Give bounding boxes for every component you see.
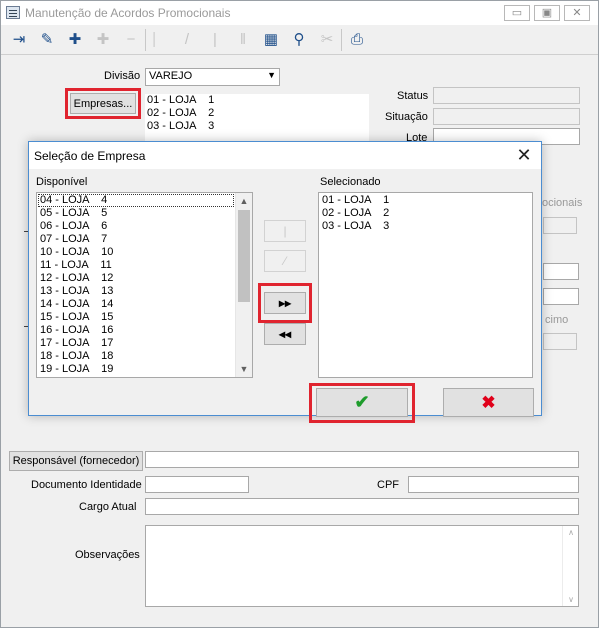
binoculars-icon[interactable]: ⚲ [287,28,311,52]
disponivel-scrollbar[interactable]: ▲ ▼ [235,193,252,377]
partial-label: ocionais [542,197,583,209]
close-button[interactable]: ✕ [564,5,590,21]
list-item[interactable]: 11 - LOJA 11 [38,259,234,272]
selecionado-list[interactable]: 01 - LOJA 1 02 - LOJA 2 03 - LOJA 3 [318,192,533,378]
selecao-empresa-dialog: Seleção de Empresa ✕ Disponível 04 - LOJ… [28,141,542,423]
chevron-down-icon: ▼ [267,70,276,80]
list-item[interactable]: 02 - LOJA 2 [320,207,530,220]
list-item[interactable]: 02 - LOJA 2 [145,107,369,120]
responsavel-button[interactable]: Responsável (fornecedor) [9,451,143,471]
move-all-right-button[interactable]: ▸▸ [264,292,306,314]
title-bar: Manutenção de Acordos Promocionais ▭ ▣ ✕ [1,1,598,25]
disponivel-label: Disponível [36,176,88,188]
situacao-label: Situação [385,111,428,123]
scroll-thumb[interactable] [238,210,250,302]
add-disabled-icon: ✚ [96,31,110,48]
documento-label: Documento Identidade [31,479,142,491]
list-item[interactable]: 12 - LOJA 12 [38,272,234,285]
add-icon[interactable]: ✚ [63,28,87,52]
grid-icon[interactable]: ▦ [259,28,283,52]
cargo-field[interactable] [145,498,579,515]
selecionado-label: Selecionado [320,176,381,188]
cargo-label: Cargo Atual [79,501,137,513]
status-label: Status [397,90,429,102]
scroll-up-icon[interactable]: ▲ [236,193,252,209]
confirm-button[interactable]: ✔ [316,388,408,417]
list-item[interactable]: 15 - LOJA 15 [38,311,234,324]
list-item[interactable]: 03 - LOJA 3 [145,120,369,133]
partial-field[interactable] [543,263,579,280]
cancel-button[interactable]: ✖ [443,388,534,417]
next-record-icon: | [213,31,217,48]
observacoes-label: Observações [75,549,140,561]
scroll-down-icon[interactable]: ▼ [236,361,252,377]
list-item[interactable]: 17 - LOJA 17 [38,337,234,350]
divisao-select[interactable]: VAREJO ▼ [145,68,280,86]
remove-disabled-icon: − [126,31,136,48]
cut-icon: ✂ [320,31,334,48]
dialog-title: Seleção de Empresa [34,149,146,163]
dialog-close-icon[interactable]: ✕ [513,145,535,167]
list-item[interactable]: 01 - LOJA 1 [320,194,530,207]
edit-icon[interactable]: ✎ [35,28,59,52]
partial-field [543,333,577,350]
disponivel-list[interactable]: 04 - LOJA 4 05 - LOJA 5 06 - LOJA 6 07 -… [36,192,253,378]
cpf-field[interactable] [408,476,579,493]
list-item[interactable]: 01 - LOJA 1 [145,94,369,107]
list-item[interactable]: 06 - LOJA 6 [38,220,234,233]
last-record-icon: ‖ [239,31,247,48]
partial-field [543,217,577,234]
list-item[interactable]: 04 - LOJA 4 [38,194,234,207]
first-record-icon: ⎸ [153,31,169,48]
list-item[interactable]: 10 - LOJA 10 [38,246,234,259]
dialog-title-bar: Seleção de Empresa ✕ [29,142,541,169]
empresas-list[interactable]: 01 - LOJA 1 02 - LOJA 2 03 - LOJA 3 [145,94,369,142]
partial-label: cimo [545,314,569,326]
divisao-value: VAREJO [149,70,193,82]
x-icon: ✖ [481,393,496,412]
observacoes-scrollbar[interactable]: ∧ ∨ [562,526,578,606]
app-window-icon [6,6,20,19]
move-one-left-button: ⁄ [264,250,306,272]
list-item[interactable]: 03 - LOJA 3 [320,220,530,233]
list-item[interactable]: 16 - LOJA 16 [38,324,234,337]
observacoes-textarea[interactable]: ∧ ∨ [145,525,579,607]
list-item[interactable]: 13 - LOJA 13 [38,285,234,298]
move-one-right-button: | [264,220,306,242]
cpf-label: CPF [377,479,399,491]
toolbar: ⇥ ✎ ✚ ✚ − ⎸ / | ‖ ▦ ⚲ ✂ ⎙ [1,25,598,55]
scroll-down-icon[interactable]: ∨ [563,595,579,604]
partial-field[interactable] [543,288,579,305]
status-field [433,87,580,104]
responsavel-field[interactable] [145,451,579,468]
scroll-up-icon[interactable]: ∧ [563,528,579,537]
divisao-label: Divisão [104,70,141,82]
window-title: Manutenção de Acordos Promocionais [25,6,231,20]
situacao-field [433,108,580,125]
print-icon[interactable]: ⎙ [345,28,369,52]
prev-record-icon: / [184,31,190,48]
exit-icon[interactable]: ⇥ [7,28,31,52]
empresas-button[interactable]: Empresas... [70,93,136,114]
minimize-button[interactable]: ▭ [504,5,530,21]
list-item[interactable]: 05 - LOJA 5 [38,207,234,220]
checkmark-icon: ✔ [354,392,370,412]
list-item[interactable]: 19 - LOJA 19 [38,363,234,376]
list-item[interactable]: 07 - LOJA 7 [38,233,234,246]
move-all-left-button[interactable]: ◂◂ [264,323,306,345]
list-item[interactable]: 18 - LOJA 18 [38,350,234,363]
documento-field[interactable] [145,476,249,493]
maximize-button[interactable]: ▣ [534,5,560,21]
list-item[interactable]: 14 - LOJA 14 [38,298,234,311]
